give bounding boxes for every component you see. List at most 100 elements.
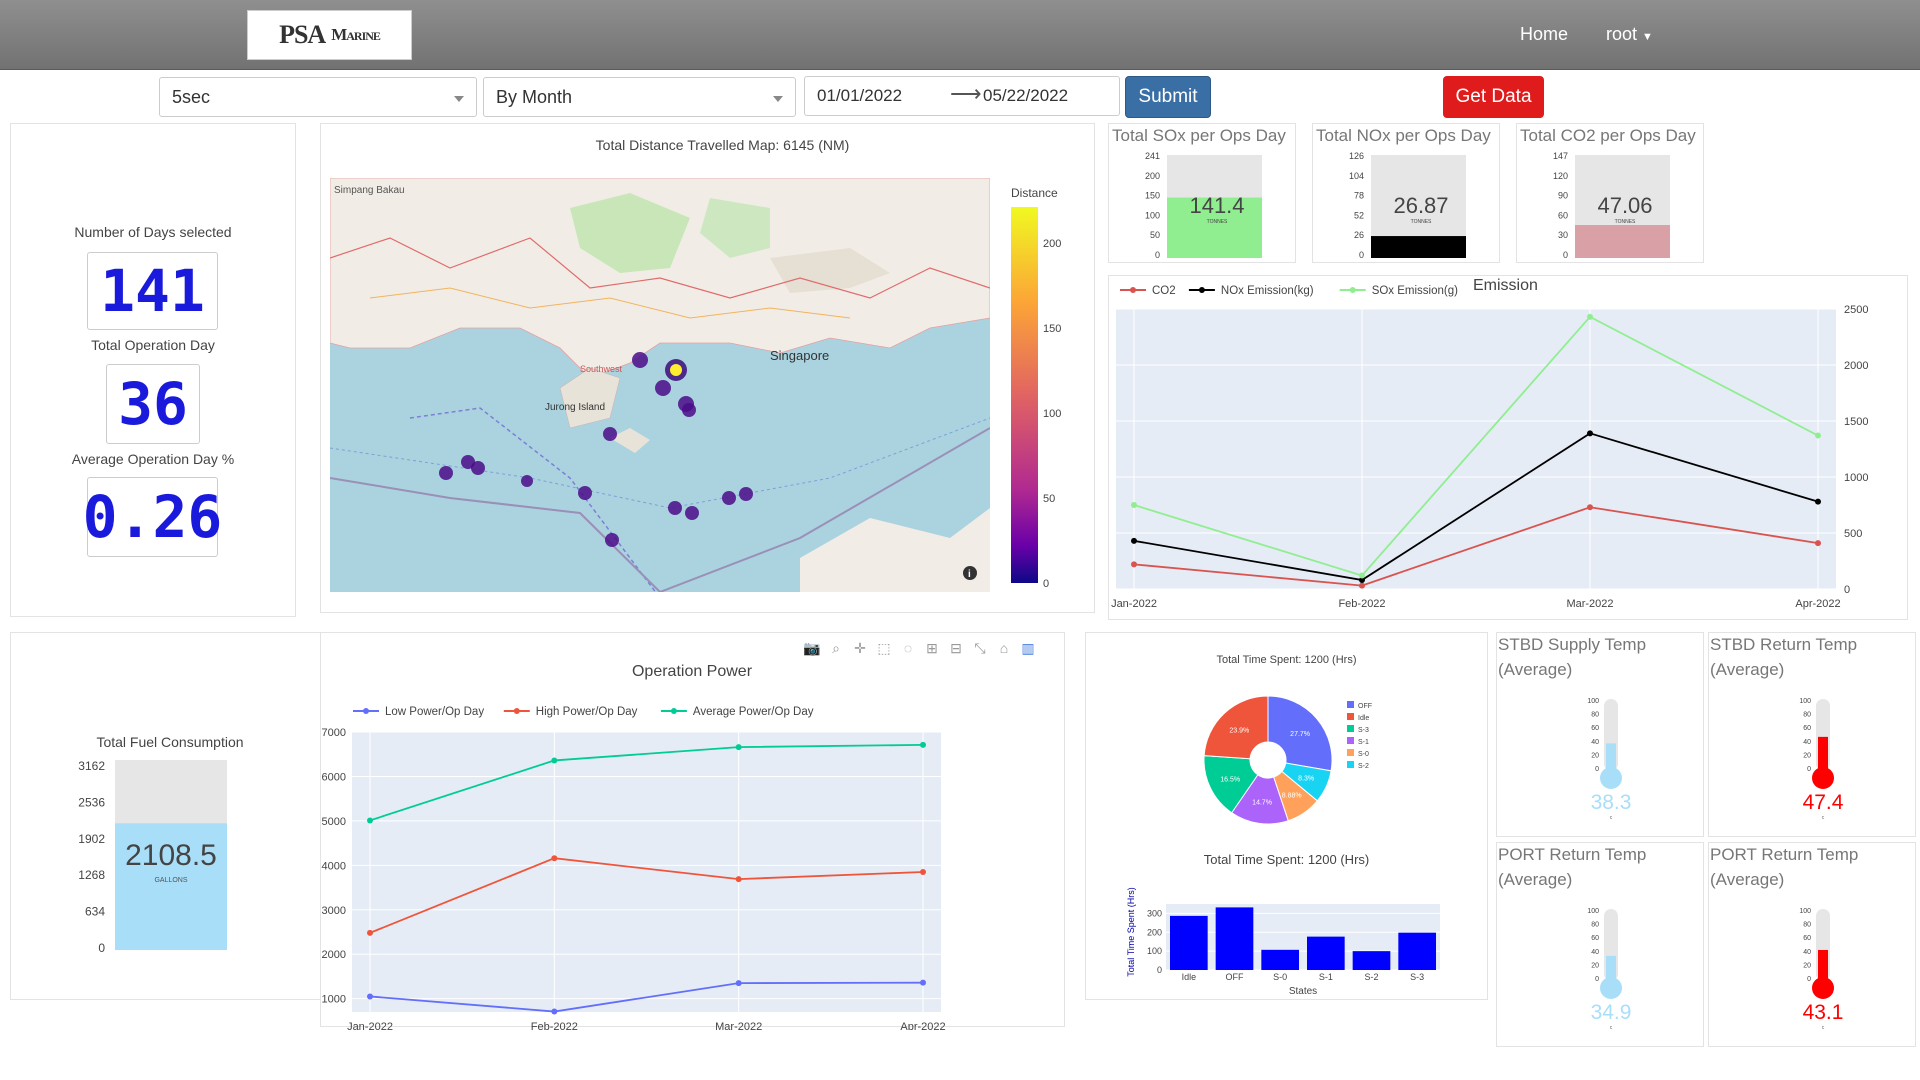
fuel-tick: 1902 — [78, 832, 105, 846]
reset-axes-icon[interactable]: ⌂ — [992, 640, 1016, 656]
data-point[interactable] — [735, 744, 742, 751]
temperature-title: PORT Return Temp (Average) — [1498, 845, 1647, 889]
legend-item[interactable]: Average Power/Op Day — [693, 706, 814, 718]
data-point[interactable] — [1815, 432, 1821, 439]
pie-legend-item[interactable]: Idle — [1358, 715, 1369, 722]
operation-power-chart[interactable]: 7000 6000 5000 4000 3000 2000 1000 Jan-2022 Feb-… — [320, 660, 1065, 1030]
thermometer-tick: 40 — [1591, 739, 1599, 746]
plotly-logo-icon[interactable]: ▥ — [1016, 640, 1040, 657]
data-point[interactable] — [1131, 537, 1137, 544]
legend-marker — [1130, 287, 1136, 293]
data-point[interactable] — [1815, 540, 1821, 547]
legend-marker — [363, 708, 369, 714]
thermometer-tick: 80 — [1591, 712, 1599, 719]
temperature-value: 47.4 — [1803, 791, 1844, 814]
avg-operation-label: Average Operation Day % — [71, 451, 235, 467]
gauge-tick: 78 — [1354, 191, 1364, 201]
data-point[interactable] — [1587, 313, 1593, 320]
heat-point — [605, 533, 619, 547]
nav-user-menu[interactable]: root ▼ — [1606, 24, 1653, 45]
data-point[interactable] — [1359, 582, 1365, 589]
pie-legend-item[interactable]: S-0 — [1358, 751, 1369, 758]
y-tick-label: 200 — [1147, 927, 1162, 937]
data-point[interactable] — [1587, 430, 1593, 437]
pie-legend-item[interactable]: S-3 — [1358, 727, 1369, 734]
temperature-unit: c — [1610, 815, 1613, 821]
data-point[interactable] — [920, 979, 926, 986]
bar[interactable] — [1398, 932, 1436, 970]
data-point[interactable] — [367, 993, 373, 1000]
data-point[interactable] — [367, 817, 373, 824]
temperature-value: 43.1 — [1803, 1001, 1844, 1024]
data-point[interactable] — [1131, 502, 1137, 508]
grouping-select[interactable]: By Month — [483, 77, 796, 117]
y-tick-label: 5000 — [322, 816, 346, 828]
x-tick-label: S-3 — [1410, 972, 1424, 982]
days-selected-display: 141 — [87, 252, 218, 330]
data-point[interactable] — [920, 741, 926, 748]
date-range-picker[interactable]: 01/01/2022 ⟶ 05/22/2022 — [804, 76, 1120, 116]
data-point[interactable] — [1359, 572, 1365, 579]
zoom-out-icon[interactable]: ⊟ — [944, 640, 968, 657]
pie-legend-item[interactable]: S-1 — [1358, 739, 1369, 746]
bar[interactable] — [1261, 949, 1299, 970]
pie-legend-item[interactable]: S-2 — [1358, 763, 1369, 770]
lasso-icon[interactable]: ◌ — [896, 640, 920, 656]
bar[interactable] — [1215, 907, 1254, 970]
thermometer-tick: 20 — [1591, 962, 1599, 969]
bar[interactable] — [1307, 936, 1345, 970]
bar[interactable] — [1170, 915, 1208, 970]
pie-legend-item[interactable]: OFF — [1358, 703, 1372, 710]
data-point[interactable] — [551, 855, 558, 862]
emission-gauge: 126 104 78 52 26 0 26.87TONNES — [1349, 151, 1466, 260]
data-point[interactable] — [367, 929, 373, 936]
heat-point — [521, 475, 533, 487]
temperature-title: STBD Return Temp (Average) — [1710, 635, 1858, 679]
x-tick-label: Mar-2022 — [715, 1021, 762, 1030]
grouping-value: By Month — [496, 87, 573, 107]
data-point[interactable] — [551, 757, 558, 764]
time-spent-pie-chart[interactable]: 27.7% 8.3% 8.88% 14.7% 16.5% 23.9% OFF Idle S-3 S… — [1195, 690, 1395, 830]
fuel-tick: 0 — [98, 941, 105, 955]
get-data-button[interactable]: Get Data — [1443, 76, 1544, 118]
temperature-unit: c — [1822, 815, 1825, 821]
time-spent-bar-chart[interactable]: 300 200 100 0 Idle OFF S-0 S-1 S-2 S-3 States Total… — [1120, 870, 1460, 1000]
data-point[interactable] — [920, 869, 926, 875]
temperature-unit: c — [1822, 1025, 1825, 1031]
heat-point — [603, 427, 617, 441]
nav-home-link[interactable]: Home — [1520, 24, 1568, 45]
pan-icon[interactable]: ✛ — [848, 640, 872, 657]
camera-icon[interactable]: 📷 — [800, 640, 824, 657]
data-point[interactable] — [1587, 504, 1593, 511]
box-select-icon[interactable]: ⬚ — [872, 640, 896, 657]
legend-item[interactable]: High Power/Op Day — [536, 706, 638, 718]
data-point[interactable] — [551, 1008, 558, 1015]
interval-select[interactable]: 5sec — [159, 77, 477, 117]
submit-button[interactable]: Submit — [1125, 76, 1211, 118]
date-from-input[interactable]: 01/01/2022 — [817, 86, 902, 105]
emission-chart[interactable]: 2500 2000 1500 1000 500 0 Jan-2022 Feb-2022 Mar-… — [1108, 275, 1908, 620]
thermometer-tick: 100 — [1587, 698, 1599, 705]
data-point[interactable] — [735, 876, 742, 883]
y-tick-label: 1000 — [1844, 472, 1868, 484]
data-point[interactable] — [1815, 498, 1821, 505]
thermometer-gauge: 100 80 60 40 20 0 34.9c — [1587, 908, 1631, 1031]
autoscale-icon[interactable]: ⤡ — [968, 640, 992, 657]
user-name: root — [1606, 24, 1638, 44]
legend-item[interactable]: NOx Emission(kg) — [1221, 285, 1314, 297]
psa-marine-logo[interactable]: PSA Marine — [247, 10, 412, 60]
arrow-right-icon: ⟶ — [950, 81, 982, 106]
legend-item[interactable]: CO2 — [1152, 285, 1176, 297]
date-to-input[interactable]: 05/22/2022 — [983, 86, 1068, 106]
heat-point — [682, 403, 696, 417]
distance-map[interactable]: Singapore Jurong Island Simpang Bakau So… — [330, 178, 990, 592]
x-tick-label: OFF — [1226, 972, 1244, 982]
legend-item[interactable]: SOx Emission(g) — [1372, 285, 1458, 297]
zoom-in-icon[interactable]: ⊞ — [920, 640, 944, 657]
bar[interactable] — [1352, 951, 1391, 970]
legend-item[interactable]: Low Power/Op Day — [385, 706, 484, 718]
plot-area — [352, 732, 941, 1012]
data-point[interactable] — [735, 980, 742, 987]
zoom-icon[interactable]: ⌕ — [824, 640, 848, 657]
data-point[interactable] — [1131, 561, 1137, 568]
